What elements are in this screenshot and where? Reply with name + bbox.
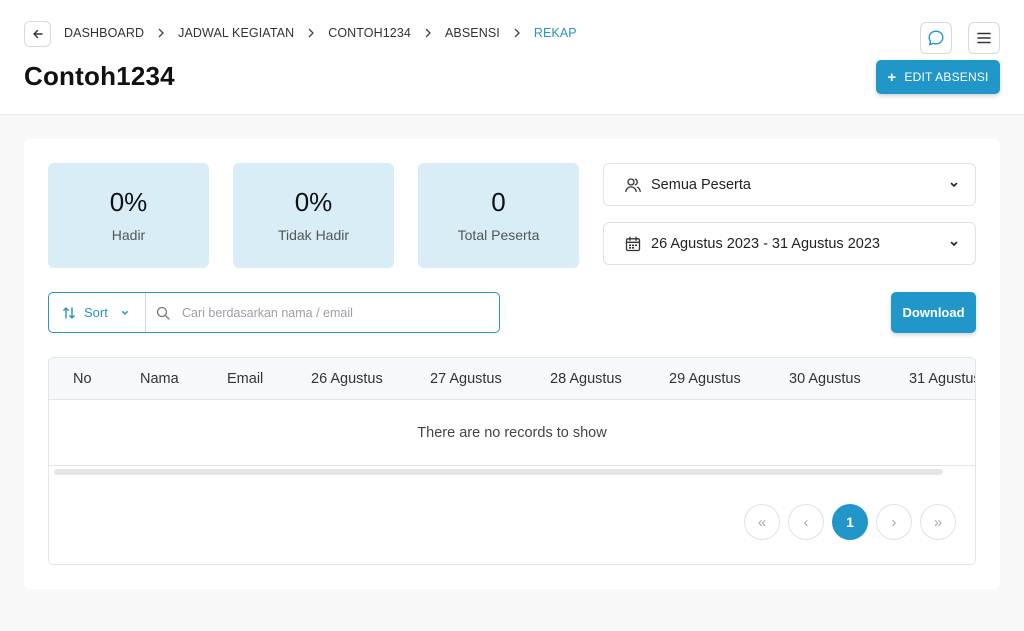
chevron-down-icon [121, 310, 128, 315]
chevron-down-icon [947, 178, 961, 192]
search-input[interactable] [182, 305, 472, 320]
column-header[interactable]: Nama [140, 371, 179, 387]
attendance-table: No Nama Email 26 Agustus 27 Agustus 28 A… [48, 357, 976, 565]
sort-button[interactable]: Sort [49, 293, 146, 332]
page-title: Contoh1234 [24, 61, 175, 91]
chevron-right-icon [294, 28, 328, 38]
participant-filter-dropdown[interactable]: Semua Peserta [603, 163, 976, 206]
stat-hadir: 0% Hadir [48, 163, 209, 268]
column-header[interactable]: 29 Agustus [669, 371, 741, 387]
users-icon [624, 176, 642, 194]
stat-value: 0% [294, 187, 333, 217]
sort-arrows-icon [63, 306, 75, 319]
column-header[interactable]: 30 Agustus [789, 371, 861, 387]
pagination: « ‹ 1 › » [744, 504, 956, 540]
recap-card: 0% Hadir 0% Tidak Hadir 0 Total Peserta … [24, 139, 1000, 589]
plus-icon: + [887, 68, 897, 86]
stat-value: 0 [491, 187, 506, 217]
breadcrumb-jadwal-kegiatan[interactable]: JADWAL KEGIATAN [178, 26, 294, 40]
chevron-down-icon [947, 237, 961, 251]
column-header[interactable]: No [73, 371, 92, 387]
next-page-button[interactable]: › [876, 504, 912, 540]
breadcrumb-event[interactable]: CONTOH1234 [328, 26, 411, 40]
column-header[interactable]: 31 Agustus [909, 371, 975, 387]
breadcrumb-dashboard[interactable]: DASHBOARD [64, 26, 144, 40]
breadcrumb: DASHBOARD JADWAL KEGIATAN CONTOH1234 ABS… [64, 26, 577, 40]
stat-value: 0% [109, 187, 148, 217]
edit-absensi-label: EDIT ABSENSI [904, 70, 989, 84]
calendar-icon [624, 235, 642, 253]
column-header[interactable]: Email [227, 371, 263, 387]
date-range-dropdown[interactable]: 26 Agustus 2023 - 31 Agustus 2023 [603, 222, 976, 265]
participant-filter-value: Semua Peserta [651, 176, 751, 193]
date-range-value: 26 Agustus 2023 - 31 Agustus 2023 [651, 235, 880, 252]
chevron-right-icon [500, 28, 534, 38]
download-button[interactable]: Download [891, 292, 976, 333]
horizontal-scrollbar[interactable] [54, 469, 943, 475]
last-page-button[interactable]: » [920, 504, 956, 540]
table-header-row: No Nama Email 26 Agustus 27 Agustus 28 A… [49, 358, 975, 400]
search-bar: Sort [48, 292, 500, 333]
stat-label: Hadir [111, 227, 146, 243]
column-header[interactable]: 26 Agustus [311, 371, 383, 387]
chevron-right-icon [411, 28, 445, 38]
stat-label: Tidak Hadir [277, 227, 350, 243]
column-header[interactable]: 28 Agustus [550, 371, 622, 387]
column-header[interactable]: 27 Agustus [430, 371, 502, 387]
page-header: DASHBOARD JADWAL KEGIATAN CONTOH1234 ABS… [0, 0, 1024, 115]
chat-button[interactable] [920, 22, 952, 54]
arrow-left-icon [32, 29, 43, 39]
back-button[interactable] [24, 21, 51, 47]
edit-absensi-button[interactable]: + EDIT ABSENSI [876, 60, 1000, 94]
chat-bubble-icon [928, 30, 944, 46]
search-icon [156, 306, 170, 320]
page-button-current[interactable]: 1 [832, 504, 868, 540]
menu-button[interactable] [968, 22, 1000, 54]
chevron-right-icon [144, 28, 178, 38]
stat-total-peserta: 0 Total Peserta [418, 163, 579, 268]
stat-label: Total Peserta [457, 227, 540, 243]
prev-page-button[interactable]: ‹ [788, 504, 824, 540]
empty-table-message: There are no records to show [49, 400, 975, 466]
sort-label: Sort [84, 305, 108, 320]
breadcrumb-absensi[interactable]: ABSENSI [445, 26, 500, 40]
first-page-button[interactable]: « [744, 504, 780, 540]
breadcrumb-rekap: REKAP [533, 26, 577, 40]
search-field [146, 293, 499, 332]
hamburger-icon [977, 32, 991, 44]
stat-tidak-hadir: 0% Tidak Hadir [233, 163, 394, 268]
